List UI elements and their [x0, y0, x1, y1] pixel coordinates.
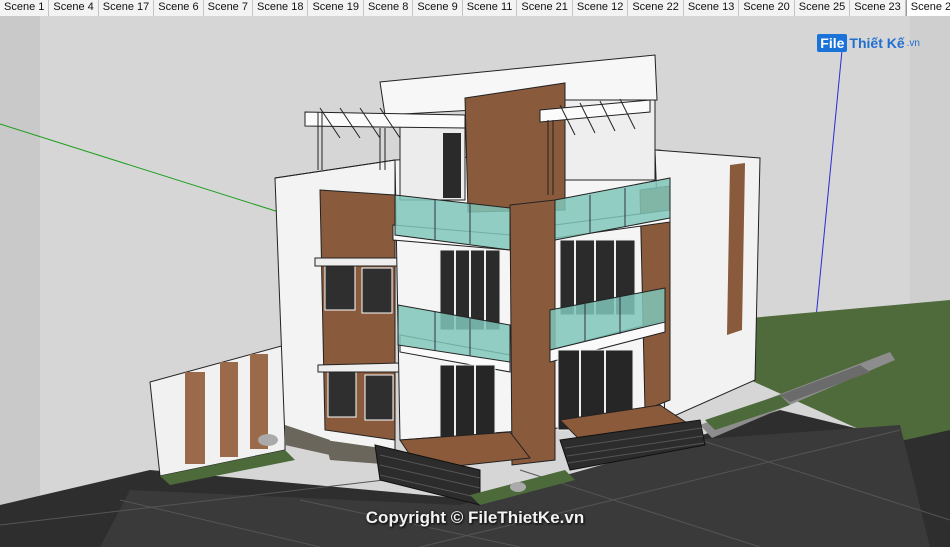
- logo-tld: .vn: [906, 37, 920, 49]
- tab-scene-1[interactable]: Scene 1: [0, 0, 50, 16]
- tab-scene-13[interactable]: Scene 13: [683, 0, 740, 16]
- model-viewport[interactable]: File Thiết Kế .vn: [0, 16, 950, 547]
- tab-scene-22[interactable]: Scene 22: [628, 0, 684, 16]
- tab-scene-4[interactable]: Scene 4: [49, 0, 99, 16]
- tab-scene-6[interactable]: Scene 6: [154, 0, 204, 16]
- logo-box: File: [817, 34, 848, 52]
- scene-tab-bar: Scene 1 Scene 4 Scene 17 Scene 6 Scene 7…: [0, 0, 950, 17]
- tab-scene-7[interactable]: Scene 7: [203, 0, 253, 16]
- tab-scene-11[interactable]: Scene 11: [462, 0, 518, 16]
- tab-scene-17[interactable]: Scene 17: [98, 0, 155, 16]
- tab-scene-25[interactable]: Scene 25: [794, 0, 851, 16]
- tab-scene-9[interactable]: Scene 9: [413, 0, 463, 16]
- tab-scene-24[interactable]: Scene 24: [905, 0, 950, 16]
- tab-scene-18[interactable]: Scene 18: [252, 0, 309, 16]
- tab-scene-23[interactable]: Scene 23: [850, 0, 906, 16]
- house-model: [0, 16, 950, 547]
- tab-scene-21[interactable]: Scene 21: [517, 0, 573, 16]
- tab-scene-19[interactable]: Scene 19: [308, 0, 364, 16]
- filethietke-logo: File Thiết Kế .vn: [817, 34, 920, 52]
- copyright-watermark: Copyright © FileThietKe.vn: [365, 508, 585, 527]
- tab-scene-12[interactable]: Scene 12: [572, 0, 629, 16]
- logo-name: Thiết Kế: [849, 35, 905, 51]
- tab-scene-20[interactable]: Scene 20: [739, 0, 795, 16]
- tab-scene-8[interactable]: Scene 8: [363, 0, 414, 16]
